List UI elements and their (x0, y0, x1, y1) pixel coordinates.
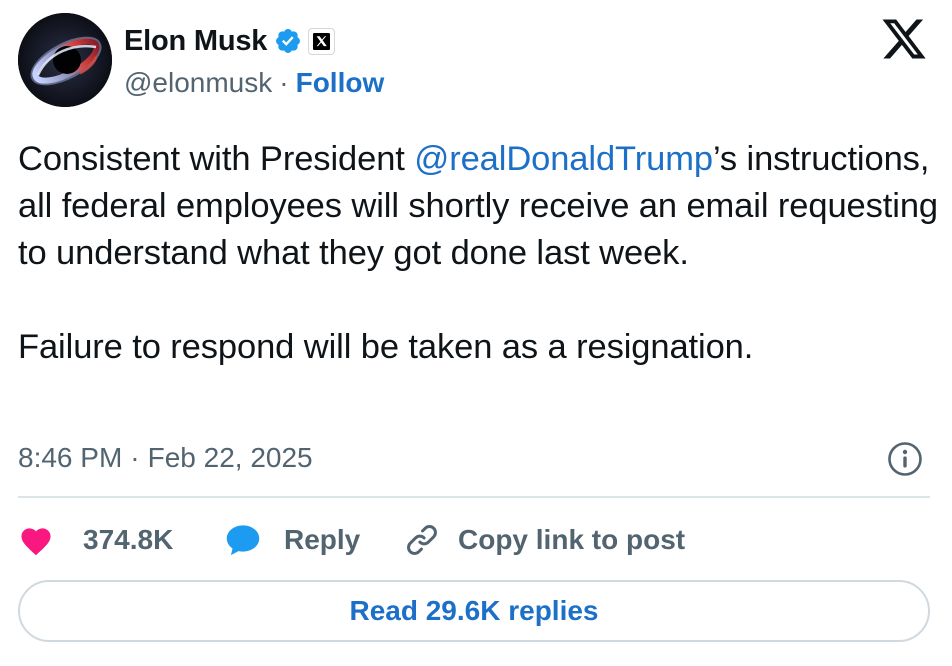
tweet-date: Feb 22, 2025 (147, 442, 313, 473)
reply-button[interactable]: Reply (224, 523, 404, 557)
link-icon (404, 522, 440, 558)
info-icon[interactable] (887, 441, 923, 477)
x-logo-icon[interactable] (880, 19, 928, 63)
divider (18, 496, 930, 498)
read-replies-button[interactable]: Read 29.6K replies (18, 580, 930, 642)
tweet-time: 8:46 PM (18, 442, 123, 473)
avatar-image (18, 13, 112, 107)
heart-icon (18, 524, 54, 556)
reply-label: Reply (284, 524, 361, 555)
tweet-text-start: Consistent with President (18, 140, 415, 178)
copy-link-button[interactable]: Copy link to post (404, 522, 685, 558)
tweet-timestamp[interactable]: 8:46 PM · Feb 22, 2025 (18, 439, 313, 477)
verified-badge-icon (274, 27, 302, 55)
tweet-paragraph-2: Failure to respond will be taken as a re… (18, 328, 754, 366)
author-handle[interactable]: @elonmusk (124, 67, 272, 99)
tweet-paragraph-1: Consistent with President @realDonaldTru… (18, 136, 943, 277)
like-button[interactable]: 374.8K (18, 524, 224, 556)
x-affiliate-icon (308, 27, 336, 55)
timestamp-separator: · (130, 442, 140, 473)
tweet-text: Consistent with President @realDonaldTru… (18, 136, 943, 371)
author-display-name[interactable]: Elon Musk (124, 25, 267, 58)
author-handle-row: @elonmusk · Follow (124, 64, 384, 102)
action-bar: 374.8K Reply Copy link to post (18, 518, 685, 562)
avatar[interactable] (18, 13, 112, 107)
mention-link[interactable]: @realDonaldTrump (414, 140, 713, 178)
reply-bubble-icon (224, 523, 262, 557)
handle-separator: · (279, 67, 289, 98)
like-count: 374.8K (83, 524, 174, 555)
copy-link-label: Copy link to post (458, 524, 686, 555)
follow-button[interactable]: Follow (296, 67, 385, 99)
author-name-row: Elon Musk (124, 22, 336, 60)
read-replies-label: Read 29.6K replies (349, 595, 599, 626)
